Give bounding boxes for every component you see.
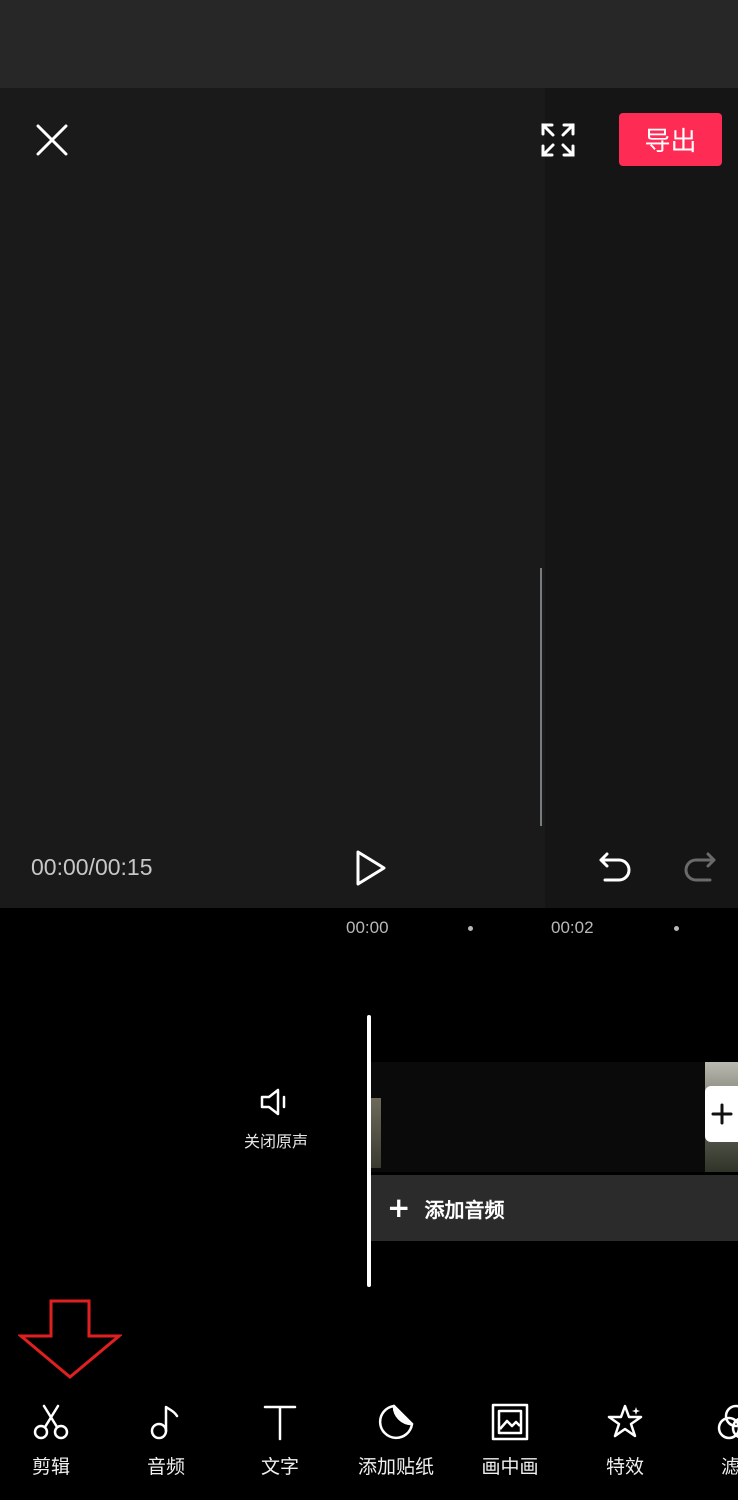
down-arrow-annotation-icon — [18, 1299, 122, 1379]
effects-star-icon — [607, 1404, 643, 1438]
play-icon — [356, 850, 386, 886]
undo-icon — [599, 852, 631, 882]
add-clip-button[interactable] — [705, 1086, 738, 1142]
toolbar-item-edit[interactable]: 剪辑 — [0, 1395, 106, 1500]
play-button[interactable] — [350, 846, 392, 890]
toolbar-item-audio[interactable]: 音频 — [111, 1395, 221, 1500]
text-icon — [263, 1405, 297, 1441]
toolbar-item-label: 音频 — [146, 1456, 185, 1478]
export-button[interactable]: 导出 — [619, 113, 722, 166]
toolbar-item-filter[interactable]: 滤 — [680, 1395, 738, 1500]
clip-thumbnail — [371, 1098, 381, 1168]
add-audio-button[interactable]: + 添加音频 — [371, 1175, 738, 1241]
music-note-icon — [150, 1405, 179, 1440]
video-clip-track[interactable] — [371, 1062, 738, 1172]
preview-shadow-area — [545, 88, 738, 908]
plus-icon: + — [387, 1191, 411, 1224]
toolbar-item-label: 画中画 — [481, 1456, 539, 1478]
bottom-toolbar: 剪辑 音频 文字 添加贴纸 画中画 特效 滤 — [0, 1395, 738, 1500]
speaker-icon — [260, 1088, 286, 1116]
toolbar-item-picture-in-picture[interactable]: 画中画 — [455, 1395, 565, 1500]
close-icon — [36, 124, 68, 156]
fullscreen-icon — [541, 123, 575, 157]
playback-time: 00:00/00:15 — [31, 854, 153, 880]
ruler-tick-dot — [674, 926, 679, 931]
toolbar-item-effects[interactable]: 特效 — [570, 1395, 680, 1500]
mute-original-audio-label: 关闭原声 — [243, 1132, 308, 1151]
toolbar-item-label: 剪辑 — [31, 1456, 70, 1478]
redo-button[interactable] — [678, 846, 720, 888]
ruler-time-label: 00:02 — [551, 918, 594, 937]
scissors-icon — [33, 1404, 69, 1440]
filter-icon — [717, 1404, 738, 1440]
timeline-playhead[interactable] — [367, 1015, 371, 1287]
toolbar-item-label: 添加贴纸 — [357, 1456, 434, 1478]
toolbar-item-label: 特效 — [605, 1456, 644, 1478]
toolbar-item-text[interactable]: 文字 — [225, 1395, 335, 1500]
preview-edge-line — [540, 568, 542, 826]
close-button[interactable] — [30, 118, 74, 162]
video-preview[interactable]: 导出 00:00/00:15 — [0, 88, 738, 908]
toolbar-item-label: 滤 — [721, 1456, 738, 1478]
sticker-icon — [378, 1404, 414, 1440]
fullscreen-button[interactable] — [536, 118, 580, 162]
redo-icon — [684, 852, 716, 882]
toolbar-item-sticker[interactable]: 添加贴纸 — [341, 1395, 451, 1500]
mute-original-audio-button[interactable]: 关闭原声 — [228, 1082, 324, 1162]
add-audio-label: 添加音频 — [424, 1197, 505, 1222]
toolbar-item-label: 文字 — [260, 1456, 299, 1478]
ruler-tick-dot — [468, 926, 473, 931]
undo-button[interactable] — [595, 846, 637, 888]
plus-icon — [711, 1103, 732, 1125]
status-bar — [0, 0, 738, 88]
ruler-time-label: 00:00 — [346, 918, 389, 937]
picture-in-picture-icon — [491, 1403, 529, 1441]
